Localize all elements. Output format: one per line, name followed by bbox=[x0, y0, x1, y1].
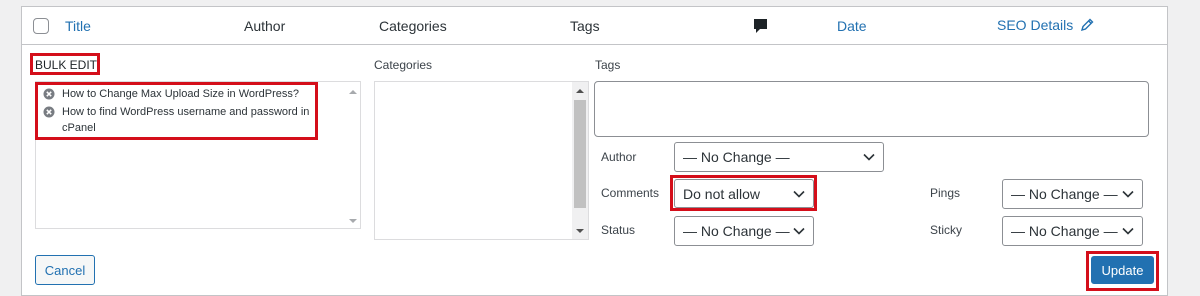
author-select-value: — No Change — bbox=[683, 149, 790, 165]
categories-checklist[interactable] bbox=[374, 81, 589, 240]
comments-select-value: Do not allow bbox=[683, 185, 761, 202]
status-select[interactable]: — No Change — bbox=[674, 216, 814, 246]
status-select-value: — No Change — bbox=[683, 223, 790, 239]
post-title-continued: cPanel bbox=[62, 122, 96, 134]
comments-select[interactable]: Do not allow bbox=[674, 179, 814, 208]
pings-label: Pings bbox=[930, 186, 961, 200]
column-date[interactable]: Date bbox=[837, 18, 867, 34]
scrollbar-thumb[interactable] bbox=[574, 100, 586, 208]
tags-label: Tags bbox=[595, 58, 621, 72]
column-seo-details[interactable]: SEO Details bbox=[997, 17, 1094, 33]
chevron-down-icon bbox=[863, 153, 875, 161]
pings-select[interactable]: — No Change — bbox=[1002, 179, 1143, 209]
post-item: How to find WordPress username and passw… bbox=[43, 104, 310, 120]
chevron-down-icon bbox=[1122, 227, 1134, 235]
post-item: How to Change Max Upload Size in WordPre… bbox=[43, 86, 300, 102]
chevron-down-icon bbox=[793, 190, 805, 198]
select-all-checkbox[interactable] bbox=[33, 18, 49, 34]
column-author: Author bbox=[244, 18, 286, 34]
column-categories: Categories bbox=[379, 18, 447, 34]
bulk-edit-heading: BULK EDIT bbox=[35, 58, 98, 72]
bulk-edit-panel: Title Author Categories Tags Date SEO De… bbox=[21, 6, 1168, 296]
comments-label: Comments bbox=[601, 186, 660, 200]
scroll-down-arrow-icon[interactable] bbox=[576, 228, 584, 234]
chevron-down-icon bbox=[793, 227, 805, 235]
author-select[interactable]: — No Change — bbox=[674, 142, 884, 172]
column-title[interactable]: Title bbox=[65, 18, 91, 34]
categories-label: Categories bbox=[374, 58, 433, 72]
table-header-row: Title Author Categories Tags Date SEO De… bbox=[22, 7, 1167, 45]
remove-post-icon[interactable] bbox=[43, 106, 55, 118]
sticky-label: Sticky bbox=[930, 223, 963, 237]
pings-select-value: — No Change — bbox=[1011, 186, 1118, 202]
sticky-select-value: — No Change — bbox=[1011, 223, 1118, 239]
post-title: How to find WordPress username and passw… bbox=[62, 106, 310, 118]
scroll-up-arrow-icon[interactable] bbox=[349, 89, 357, 95]
column-tags: Tags bbox=[570, 18, 600, 34]
sticky-select[interactable]: — No Change — bbox=[1002, 216, 1143, 246]
cancel-button[interactable]: Cancel bbox=[35, 255, 95, 285]
categories-scrollbar[interactable] bbox=[572, 82, 588, 239]
remove-post-icon[interactable] bbox=[43, 88, 55, 100]
chevron-down-icon bbox=[1122, 190, 1134, 198]
scroll-up-arrow-icon[interactable] bbox=[576, 88, 584, 94]
comment-bubble-icon[interactable] bbox=[753, 18, 768, 34]
author-label: Author bbox=[601, 150, 637, 164]
pencil-icon bbox=[1081, 18, 1094, 32]
tags-textarea[interactable] bbox=[594, 81, 1149, 137]
post-list-box: How to Change Max Upload Size in WordPre… bbox=[35, 81, 361, 229]
post-title: How to Change Max Upload Size in WordPre… bbox=[62, 88, 300, 100]
status-label: Status bbox=[601, 223, 636, 237]
seo-details-label: SEO Details bbox=[997, 17, 1074, 33]
scroll-down-arrow-icon[interactable] bbox=[349, 218, 357, 224]
update-button[interactable]: Update bbox=[1091, 256, 1154, 284]
